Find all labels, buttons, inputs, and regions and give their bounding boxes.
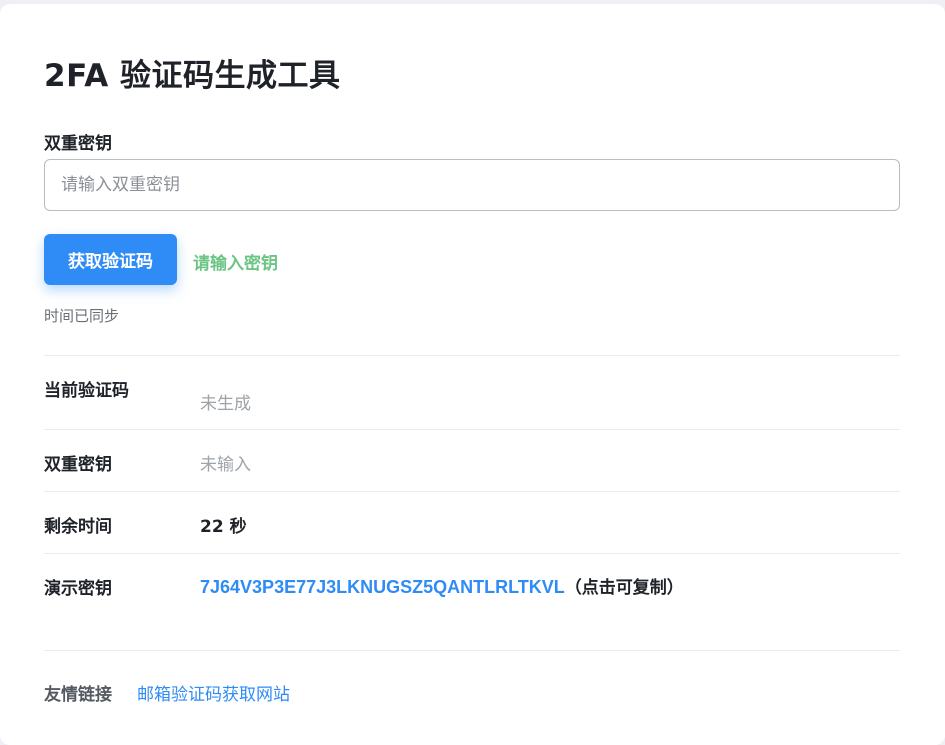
secret-row-value: 未输入 bbox=[200, 455, 251, 475]
current-code-label: 当前验证码 bbox=[44, 381, 129, 401]
get-code-button[interactable]: 获取验证码 bbox=[44, 234, 177, 285]
status-hint: 请输入密钥 bbox=[193, 254, 278, 274]
remaining-time-label: 剩余时间 bbox=[44, 517, 112, 537]
secret-input[interactable] bbox=[44, 159, 900, 211]
current-code-value: 未生成 bbox=[200, 394, 251, 414]
remaining-time-value: 22 秒 bbox=[200, 517, 247, 537]
page-title: 2FA 验证码生成工具 bbox=[44, 58, 341, 94]
divider bbox=[44, 491, 900, 492]
secret-field-label: 双重密钥 bbox=[44, 134, 112, 154]
divider bbox=[44, 650, 900, 651]
demo-key-note: （点击可复制） bbox=[564, 578, 684, 598]
time-sync-status: 时间已同步 bbox=[44, 307, 120, 325]
demo-key-copy[interactable]: 7J64V3P3E77J3LKNUGSZ5QANTLRLTKVL bbox=[200, 577, 565, 597]
divider bbox=[44, 429, 900, 430]
tool-card: 2FA 验证码生成工具 双重密钥 获取验证码 请输入密钥 时间已同步 当前验证码… bbox=[0, 4, 945, 745]
demo-key-label: 演示密钥 bbox=[44, 579, 112, 599]
divider bbox=[44, 355, 900, 356]
divider bbox=[44, 553, 900, 554]
demo-key-row: 7J64V3P3E77J3LKNUGSZ5QANTLRLTKVL（点击可复制） bbox=[200, 573, 684, 598]
secret-row-label: 双重密钥 bbox=[44, 455, 112, 475]
email-code-site-link[interactable]: 邮箱验证码获取网站 bbox=[137, 680, 290, 705]
friendly-links-label: 友情链接 bbox=[44, 685, 112, 705]
